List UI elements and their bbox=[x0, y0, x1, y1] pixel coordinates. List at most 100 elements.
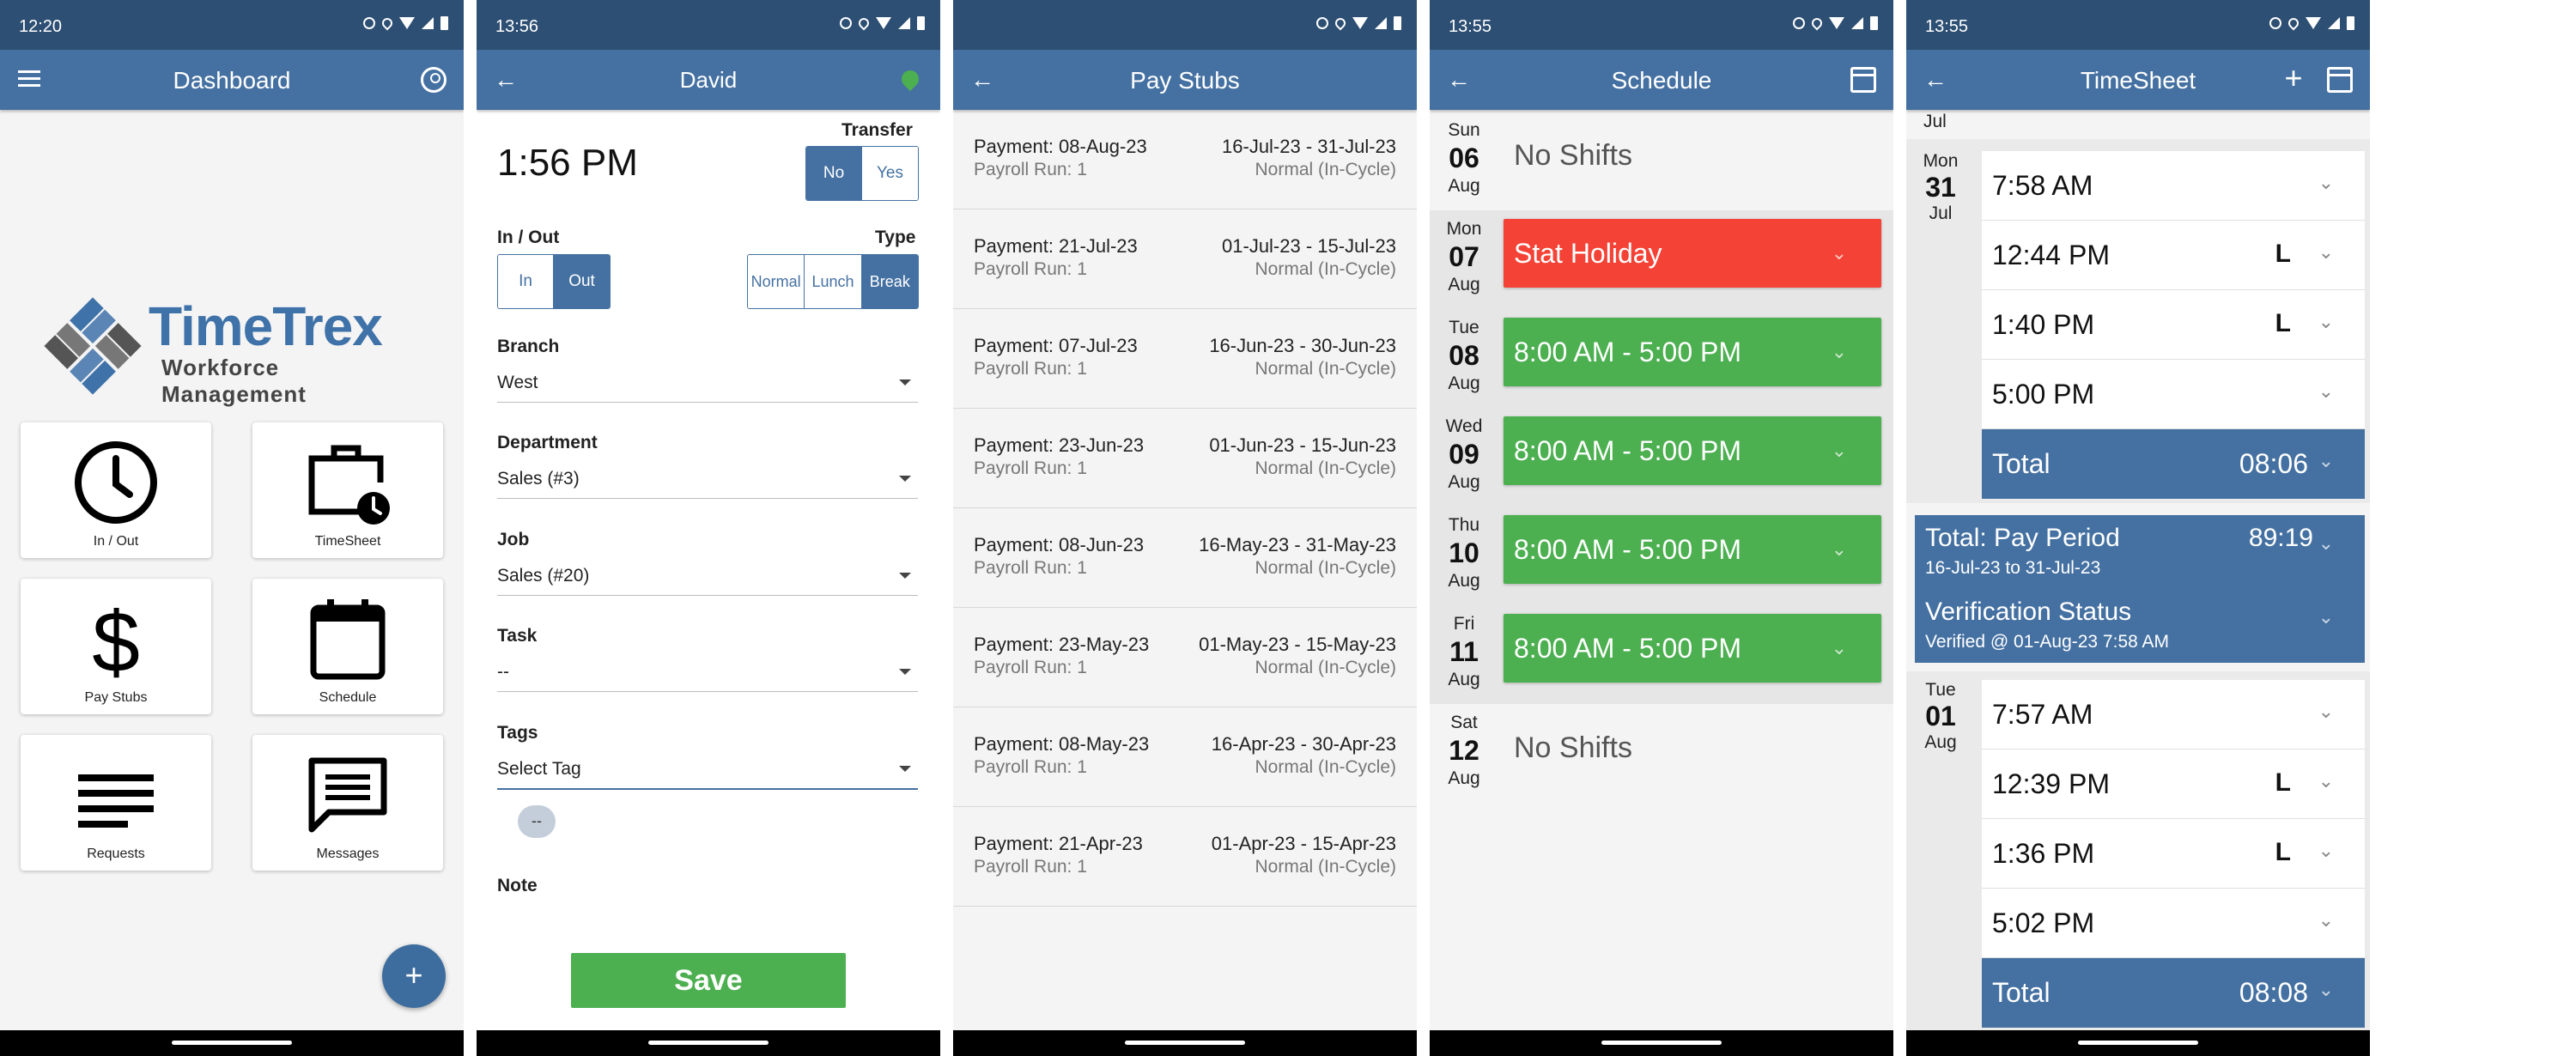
chevron-down-icon: ⌄ bbox=[2318, 380, 2334, 402]
punch-row[interactable]: 12:39 PM L ⌄ bbox=[1982, 750, 2365, 819]
tile-label: Schedule bbox=[319, 690, 377, 705]
chevron-down-icon: ⌄ bbox=[1831, 538, 1847, 560]
day-total-row[interactable]: Total 08:08 ⌄ bbox=[1982, 958, 2365, 1028]
add-fab-button[interactable]: + bbox=[382, 944, 446, 1008]
day-month: Aug bbox=[1448, 571, 1480, 591]
tags-field[interactable]: Tags Select Tag bbox=[497, 723, 918, 790]
punch-row[interactable]: 12:44 PM L ⌄ bbox=[1982, 221, 2365, 290]
pay-stub-row[interactable]: Payment: 21-Apr-23 Payroll Run: 1 01-Apr-2… bbox=[953, 807, 1417, 907]
day-month: Jul bbox=[1929, 203, 1953, 223]
pay-period-range: 16-Jul-23 - 31-Jul-23 bbox=[1222, 136, 1396, 157]
day-month: Aug bbox=[1448, 373, 1480, 393]
branch-field[interactable]: Branch West bbox=[497, 337, 918, 403]
verification-detail: Verified @ 01-Aug-23 7:58 AM bbox=[1925, 632, 2169, 652]
punch-time: 12:39 PM bbox=[1992, 768, 2110, 799]
timetrex-logo: TimeTrex Workforce Management bbox=[41, 288, 428, 407]
tile-timesheet[interactable]: TimeSheet bbox=[252, 422, 443, 558]
day-number: 31 bbox=[1925, 172, 1956, 203]
shift-card[interactable]: 8:00 AM - 5:00 PM ⌄ bbox=[1504, 614, 1881, 683]
type-normal-button[interactable]: Normal bbox=[748, 255, 805, 308]
battery-icon bbox=[2347, 16, 2354, 30]
home-handle[interactable] bbox=[1601, 1041, 1722, 1045]
tag-chip[interactable]: -- bbox=[518, 805, 556, 838]
verification-label: Verification Status bbox=[1925, 598, 2132, 626]
day-date: Sat 12 Aug bbox=[1430, 704, 1498, 803]
day-of-week: Sun bbox=[1448, 120, 1480, 140]
pay-stub-row[interactable]: Payment: 08-May-23 Payroll Run: 1 16-Apr-2… bbox=[953, 707, 1417, 807]
pay-stub-row[interactable]: Payment: 21-Jul-23 Payroll Run: 1 01-Jul-2… bbox=[953, 209, 1417, 309]
out-button[interactable]: Out bbox=[554, 255, 610, 308]
schedule-day-row: Tue 08 Aug 8:00 AM - 5:00 PM ⌄ bbox=[1430, 309, 1893, 408]
tile-label: Pay Stubs bbox=[84, 690, 148, 705]
alarm-icon bbox=[1793, 17, 1805, 29]
task-select[interactable]: -- bbox=[497, 662, 918, 692]
shift-card[interactable]: 8:00 AM - 5:00 PM ⌄ bbox=[1504, 318, 1881, 386]
tile-requests[interactable]: Requests bbox=[21, 735, 211, 871]
calendar-icon[interactable] bbox=[1849, 67, 1878, 93]
home-handle[interactable] bbox=[1125, 1041, 1245, 1045]
account-icon[interactable] bbox=[419, 67, 448, 93]
chevron-down-icon: ⌄ bbox=[2318, 701, 2334, 722]
pay-period-total[interactable]: Total: Pay Period 89:19 16-Jul-23 to 31-… bbox=[1915, 515, 2365, 589]
type-break-button[interactable]: Break bbox=[861, 255, 918, 308]
task-label: Task bbox=[497, 626, 538, 646]
lines-icon bbox=[78, 774, 154, 828]
task-field[interactable]: Task -- bbox=[497, 626, 918, 692]
transfer-yes-button[interactable]: Yes bbox=[862, 147, 918, 200]
transfer-no-button[interactable]: No bbox=[806, 147, 862, 200]
pay-period-range: 16-May-23 - 31-May-23 bbox=[1199, 534, 1396, 555]
day-date: Mon 07 Aug bbox=[1430, 210, 1498, 309]
home-handle[interactable] bbox=[172, 1041, 292, 1045]
day-number: 06 bbox=[1449, 143, 1479, 173]
location-icon bbox=[856, 15, 872, 31]
punch-row[interactable]: 7:58 AM ⌄ bbox=[1982, 151, 2365, 221]
job-select[interactable]: Sales (#20) bbox=[497, 566, 918, 596]
status-icons bbox=[840, 15, 925, 31]
punch-row[interactable]: 1:40 PM L ⌄ bbox=[1982, 290, 2365, 360]
pay-stub-row[interactable]: Payment: 08-Jun-23 Payroll Run: 1 16-May-2… bbox=[953, 508, 1417, 608]
punch-row[interactable]: 1:36 PM L ⌄ bbox=[1982, 819, 2365, 889]
tags-select[interactable]: Select Tag bbox=[497, 759, 918, 790]
tile-in-out[interactable]: In / Out bbox=[21, 422, 211, 558]
calendar-icon[interactable] bbox=[2325, 67, 2354, 93]
type-lunch-button[interactable]: Lunch bbox=[805, 255, 862, 308]
payroll-run: Payroll Run: 1 bbox=[974, 658, 1087, 677]
pay-stub-row[interactable]: Payment: 23-Jun-23 Payroll Run: 1 01-Jun-2… bbox=[953, 409, 1417, 508]
day-total-row[interactable]: Total 08:06 ⌄ bbox=[1982, 429, 2365, 499]
schedule-day-row: Wed 09 Aug 8:00 AM - 5:00 PM ⌄ bbox=[1430, 408, 1893, 507]
day-number: 07 bbox=[1449, 241, 1479, 272]
location-pin-icon[interactable] bbox=[896, 66, 925, 93]
punch-row[interactable]: 7:57 AM ⌄ bbox=[1982, 680, 2365, 750]
page-title: Schedule bbox=[1611, 67, 1712, 94]
home-handle[interactable] bbox=[648, 1041, 769, 1045]
app-bar: Dashboard bbox=[0, 50, 464, 110]
svg-text:$: $ bbox=[92, 596, 140, 682]
in-out-label: In / Out bbox=[497, 228, 560, 247]
in-button[interactable]: In bbox=[498, 255, 554, 308]
branch-select[interactable]: West bbox=[497, 373, 918, 403]
pay-stub-row[interactable]: Payment: 07-Jul-23 Payroll Run: 1 16-Jun-2… bbox=[953, 309, 1417, 409]
shift-card[interactable]: 8:00 AM - 5:00 PM ⌄ bbox=[1504, 515, 1881, 584]
job-field[interactable]: Job Sales (#20) bbox=[497, 530, 918, 596]
location-icon bbox=[1333, 15, 1348, 31]
tile-schedule[interactable]: Schedule bbox=[252, 579, 443, 714]
payroll-run: Payroll Run: 1 bbox=[974, 160, 1087, 179]
chevron-down-icon: ⌄ bbox=[2318, 532, 2334, 554]
chevron-down-icon: ⌄ bbox=[2318, 840, 2334, 861]
day-of-week: Mon bbox=[1446, 219, 1482, 239]
home-handle[interactable] bbox=[2078, 1041, 2198, 1045]
pay-stub-row[interactable]: Payment: 23-May-23 Payroll Run: 1 01-May-2… bbox=[953, 608, 1417, 707]
pay-stub-row[interactable]: Payment: 08-Aug-23 Payroll Run: 1 16-Jul-2… bbox=[953, 110, 1417, 209]
nav-bar bbox=[0, 1030, 464, 1056]
tile-messages[interactable]: Messages bbox=[252, 735, 443, 871]
shift-card[interactable]: Stat Holiday ⌄ bbox=[1504, 219, 1881, 288]
verification-status[interactable]: Verification Status Verified @ 01-Aug-23… bbox=[1915, 589, 2365, 663]
tile-pay-stubs[interactable]: $ Pay Stubs bbox=[21, 579, 211, 714]
save-button[interactable]: Save bbox=[571, 953, 846, 1008]
punch-row[interactable]: 5:00 PM ⌄ bbox=[1982, 360, 2365, 429]
punch-row[interactable]: 5:02 PM ⌄ bbox=[1982, 889, 2365, 958]
add-punch-icon[interactable]: + bbox=[2279, 63, 2308, 94]
shift-card[interactable]: 8:00 AM - 5:00 PM ⌄ bbox=[1504, 416, 1881, 485]
department-field[interactable]: Department Sales (#3) bbox=[497, 433, 918, 499]
department-select[interactable]: Sales (#3) bbox=[497, 469, 918, 499]
